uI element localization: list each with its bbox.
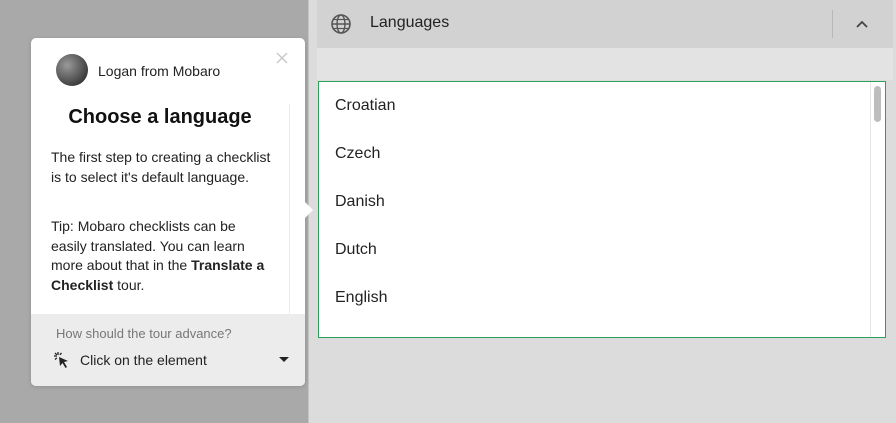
chevron-up-icon [856,20,868,28]
language-option-czech[interactable]: Czech [335,145,380,163]
tour-paragraph-1: The first step to creating a checklist i… [51,149,271,185]
tour-popover: Logan from Mobaro Choose a language The … [31,38,313,386]
content-scroll-track [289,104,290,314]
globe-icon [331,14,351,34]
section-title: Languages [370,14,450,31]
tour-paragraph-2: Tip: Mobaro checklists can be easily tra… [51,217,273,295]
advance-mode-value: Click on the element [80,352,207,368]
language-option-english[interactable]: English [335,289,387,307]
advance-mode-select[interactable]: Click on the element [53,349,289,373]
panel-gap [317,48,893,80]
advance-question: How should the tour advance? [56,326,232,341]
language-option-dutch[interactable]: Dutch [335,241,377,259]
language-option-croatian[interactable]: Croatian [335,97,395,115]
list-scrollbar[interactable] [870,82,885,337]
tour-footer: How should the tour advance? Click on th… [31,314,305,386]
popover-arrow [304,201,313,219]
language-list[interactable]: Croatian Czech Danish Dutch English [318,81,886,338]
tour-author: Logan from Mobaro [98,63,221,79]
tip-text-end: tour. [113,276,145,293]
scrollbar-thumb[interactable] [874,86,881,122]
languages-section-header[interactable]: Languages [317,0,893,48]
click-pointer-icon [54,352,68,368]
caret-down-icon [279,357,289,362]
popover-title: Choose a language [68,106,252,128]
close-icon[interactable] [274,50,290,66]
languages-panel: Languages Croatian Czech Danish Dutch En… [308,0,896,423]
collapse-button[interactable] [847,12,877,36]
language-option-danish[interactable]: Danish [335,193,385,211]
header-divider [832,10,833,38]
avatar [56,54,88,86]
